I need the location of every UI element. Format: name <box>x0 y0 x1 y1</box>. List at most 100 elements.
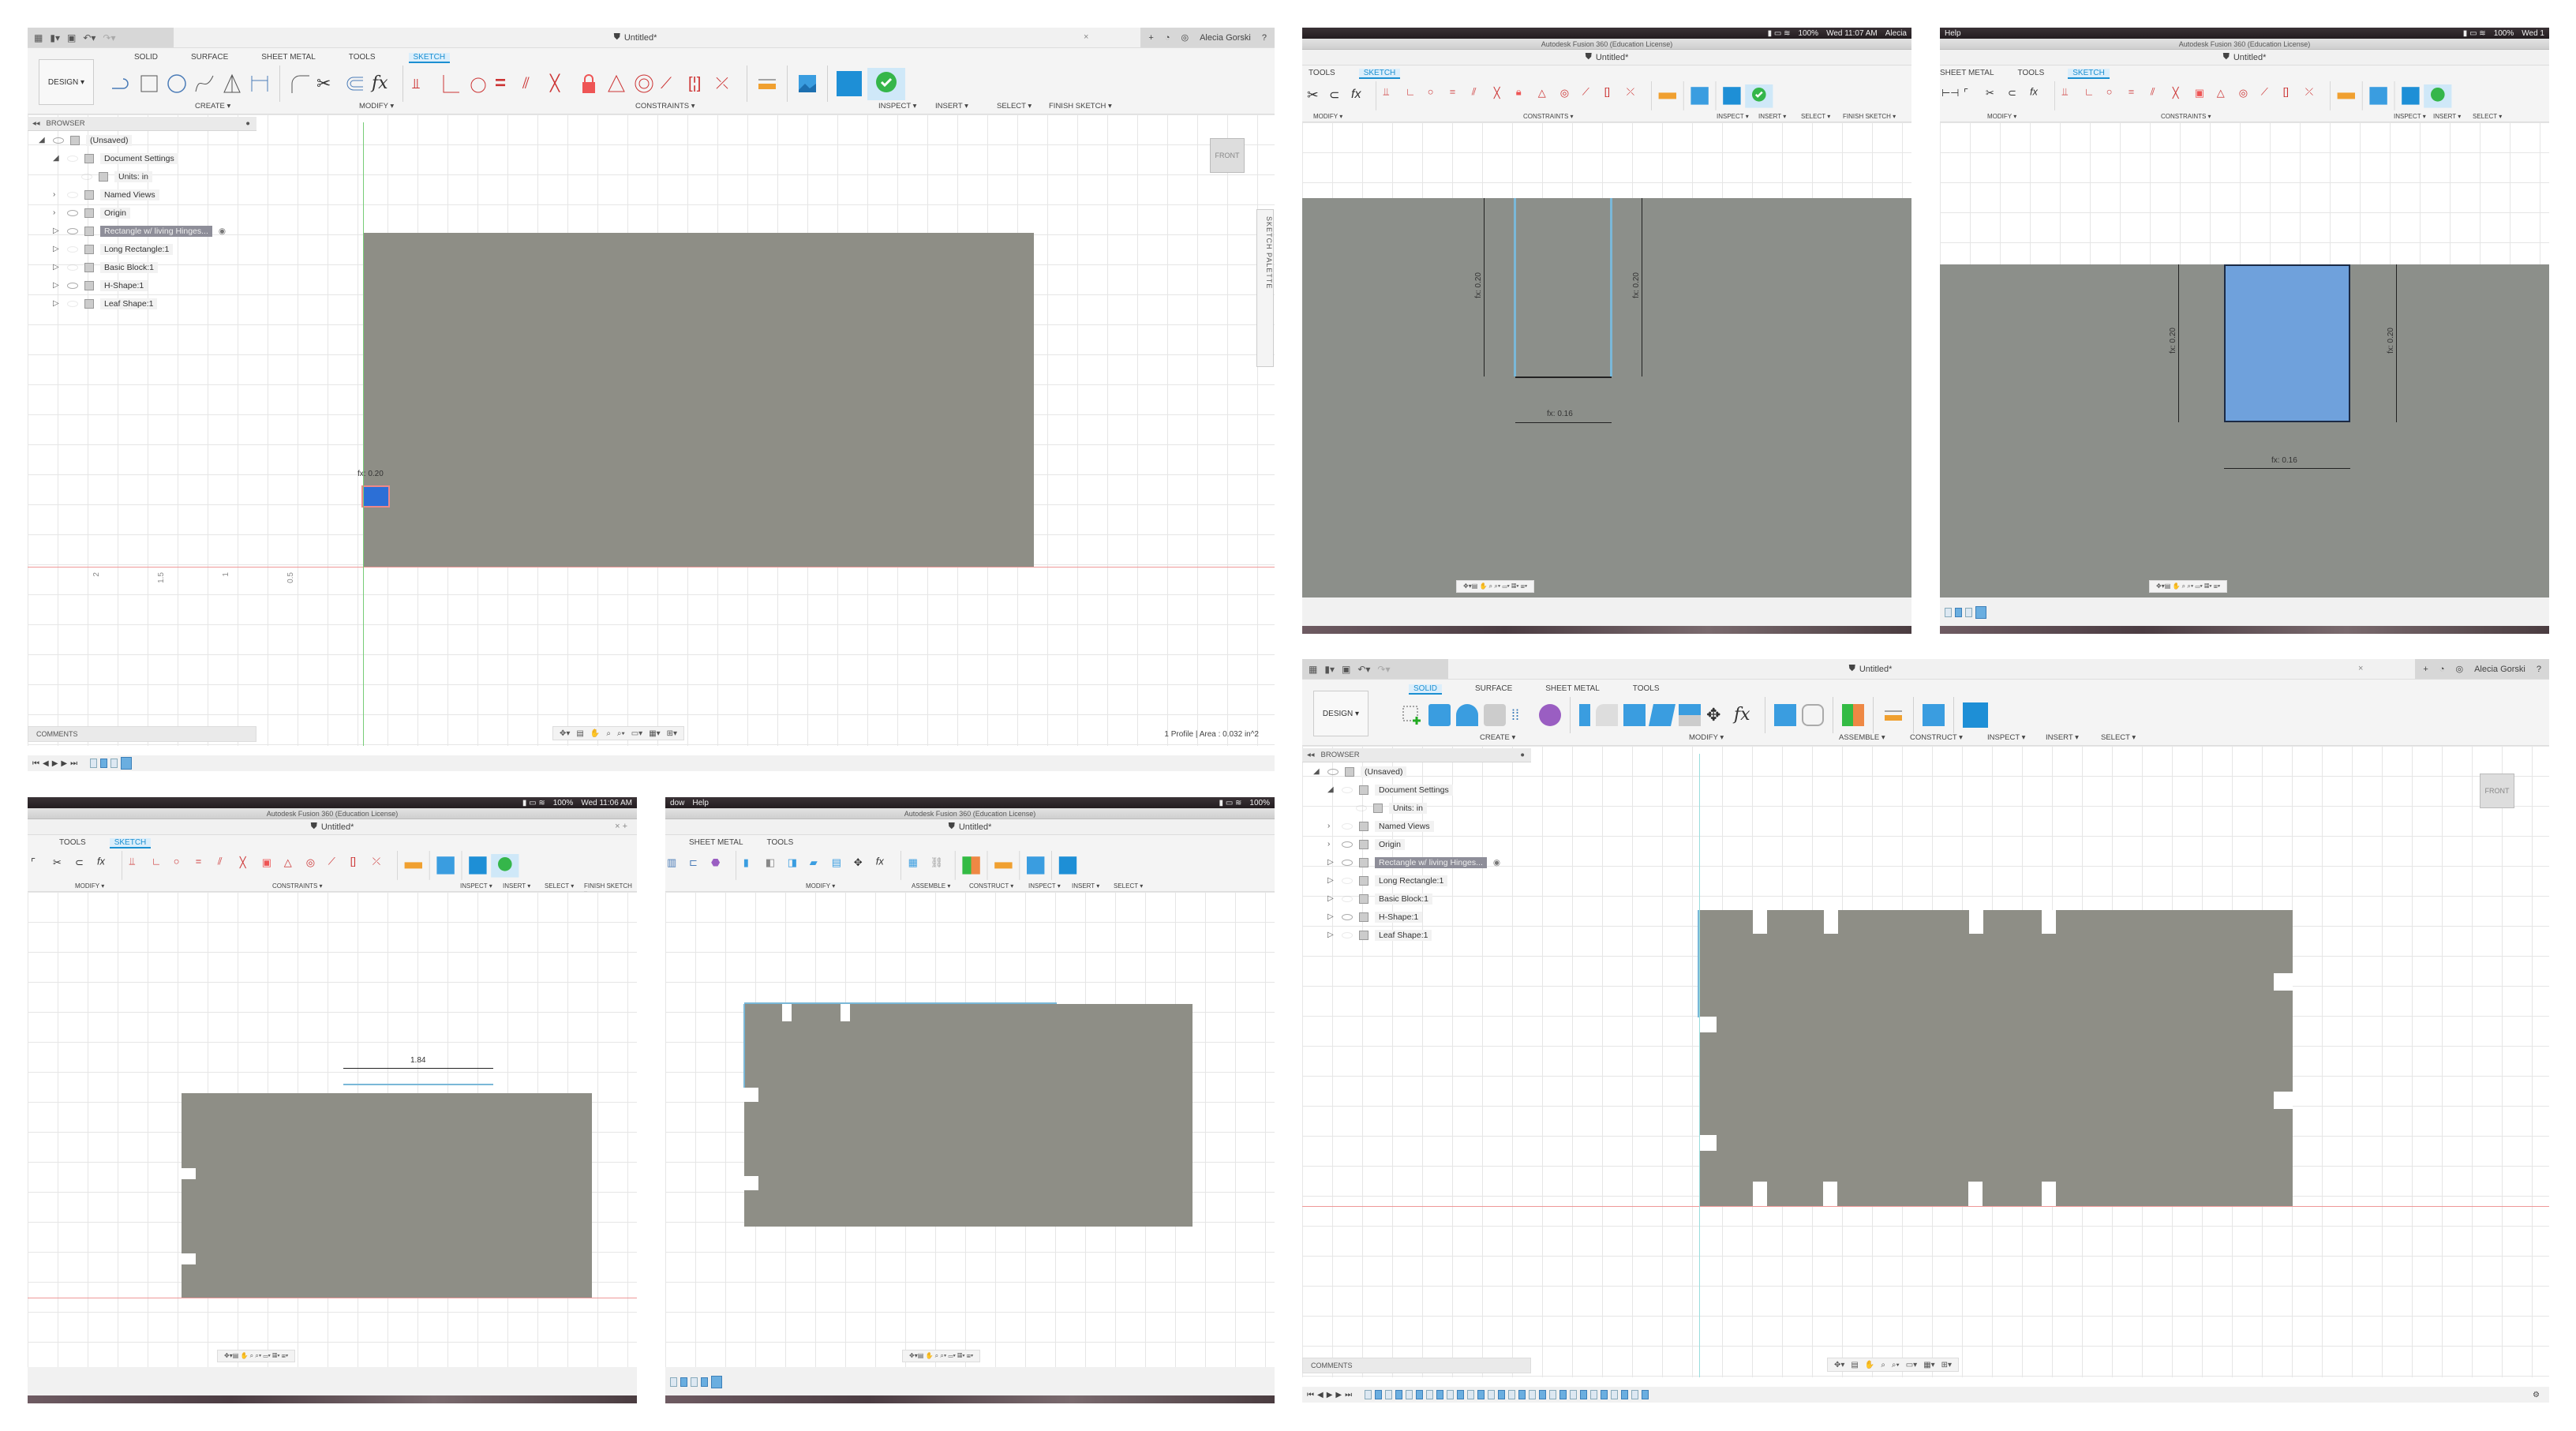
constraints-menu[interactable]: CONSTRAINTS ▾ <box>2161 113 2211 120</box>
timeline-feature[interactable] <box>1406 1390 1413 1399</box>
timeline-feature[interactable] <box>1529 1390 1537 1399</box>
timeline-feature[interactable] <box>1559 1390 1567 1399</box>
select-icon[interactable] <box>837 71 862 96</box>
visibility-eye-icon[interactable] <box>67 227 78 234</box>
zoom-window-icon[interactable]: ⌕▾ <box>1892 1361 1900 1369</box>
timeline-back-icon[interactable]: ◀ <box>1317 1391 1324 1399</box>
notch-bottom-edge[interactable] <box>1515 376 1612 378</box>
selected-notch-profile[interactable] <box>2224 264 2350 422</box>
notch-dimension-label[interactable]: fx: 0.20 <box>358 470 384 478</box>
insert-menu[interactable]: INSERT ▾ <box>2433 113 2461 120</box>
notifications-icon[interactable]: ◎ <box>1181 32 1189 43</box>
body-with-living-hinge-notches[interactable] <box>1699 910 2293 1206</box>
browser-item[interactable]: ▷ Rectangle w/ living Hinges... ◉ <box>28 222 256 240</box>
change-parameters-fx-icon[interactable]: fx <box>1734 704 1756 726</box>
assemble-menu[interactable]: ASSEMBLE ▾ <box>912 882 950 890</box>
tab-tools[interactable]: TOOLS <box>2018 69 2045 79</box>
select-icon[interactable] <box>469 856 487 875</box>
insert-menu[interactable]: INSERT ▾ <box>2046 733 2079 742</box>
visibility-eye-icon[interactable] <box>1327 768 1339 775</box>
help-icon[interactable]: ? <box>2537 665 2541 674</box>
new-tab-icon[interactable]: + <box>2423 665 2428 674</box>
timeline-feature[interactable] <box>1457 1390 1465 1399</box>
fix-constraint-icon[interactable]: ⫫ <box>129 856 147 874</box>
notifications-icon[interactable]: ◎ <box>2455 664 2463 674</box>
sketch-profile-rectangle[interactable] <box>363 233 1034 568</box>
measure-icon[interactable] <box>1658 92 1676 99</box>
dimension-top-label[interactable]: 1.84 <box>410 1056 425 1065</box>
browser-item[interactable]: ▷ Long Rectangle:1 <box>1302 871 1531 890</box>
visibility-eye-icon[interactable] <box>67 155 78 162</box>
curvature-icon[interactable]: ⤫ <box>716 73 738 95</box>
change-parameters-fx-icon[interactable]: fx <box>1351 87 1368 104</box>
timeline-feature[interactable] <box>1436 1390 1444 1399</box>
comments-panel[interactable]: COMMENTS <box>28 726 256 742</box>
select-menu[interactable]: SELECT ▾ <box>2101 733 2136 742</box>
create-menu[interactable]: CREATE ▾ <box>195 102 230 111</box>
equal-icon[interactable]: = <box>1450 87 1467 104</box>
tab-tools[interactable]: TOOLS <box>1309 69 1335 79</box>
sketch-line-top[interactable] <box>744 1002 1057 1004</box>
insert-image-icon[interactable] <box>1027 856 1045 875</box>
tab-sheet-metal[interactable]: SHEET METAL <box>261 53 316 63</box>
visibility-eye-icon[interactable] <box>1342 895 1353 902</box>
triangle-icon[interactable]: △ <box>2217 87 2234 104</box>
tab-tools[interactable]: TOOLS <box>767 838 794 847</box>
parallel-icon[interactable]: ⫽ <box>218 856 235 874</box>
fillet-3d-icon[interactable]: ◧ <box>766 856 783 874</box>
insert-menu[interactable]: INSERT ▾ <box>1072 882 1099 890</box>
visibility-eye-icon[interactable] <box>67 191 78 198</box>
tab-sheet-metal[interactable]: SHEET METAL <box>689 838 743 847</box>
timeline-feature[interactable] <box>1570 1390 1578 1399</box>
timeline-feature[interactable] <box>1631 1390 1639 1399</box>
revolve-icon[interactable] <box>1456 704 1478 726</box>
workspace-switcher[interactable]: DESIGN ▾ <box>39 59 94 105</box>
comments-panel[interactable]: COMMENTS <box>1302 1358 1531 1373</box>
timeline-feature[interactable] <box>1477 1390 1485 1399</box>
timeline-feature[interactable] <box>1447 1390 1455 1399</box>
dimension-right-label[interactable]: fx: 0.20 <box>1632 272 1641 298</box>
expand-arrow-icon[interactable]: ▷ <box>53 227 61 235</box>
select-icon[interactable] <box>1963 702 1988 728</box>
shell-icon[interactable]: ▰ <box>810 856 827 874</box>
visibility-eye-icon[interactable] <box>67 209 78 216</box>
pan-icon[interactable]: ✋ <box>590 729 600 738</box>
assemble-menu[interactable]: ASSEMBLE ▾ <box>1839 733 1885 742</box>
finish-sketch-menu[interactable]: FINISH SKETCH ▾ <box>1049 102 1112 111</box>
browser-item[interactable]: ▷ H-Shape:1 <box>1302 908 1531 926</box>
viewcube[interactable]: FRONT <box>2480 774 2514 808</box>
expand-arrow-icon[interactable]: ▷ <box>53 263 61 272</box>
fillet-icon[interactable]: ⌜ <box>1964 87 1981 104</box>
sketch-canvas[interactable] <box>1940 122 2549 264</box>
sketch-line-left[interactable] <box>743 1004 745 1088</box>
measure-icon[interactable] <box>404 862 422 869</box>
browser-item[interactable]: › Origin <box>28 204 256 222</box>
change-parameters-fx-icon[interactable]: fx <box>876 856 893 874</box>
look-at-icon[interactable]: ▤ <box>1851 1361 1858 1369</box>
redo-icon[interactable]: ↷▾ <box>1377 664 1390 675</box>
curvature-icon[interactable]: ⤫ <box>2305 87 2323 104</box>
tab-tools[interactable]: TOOLS <box>1633 684 1660 695</box>
offset-icon[interactable]: ⊂ <box>1329 87 1346 104</box>
timeline-feature[interactable] <box>1611 1390 1619 1399</box>
expand-arrow-icon[interactable]: ▷ <box>1327 876 1335 885</box>
tab-sketch[interactable]: SKETCH <box>408 53 451 63</box>
coincident-icon[interactable]: ╳ <box>550 73 572 95</box>
timeline-sketch-feature[interactable] <box>110 759 118 768</box>
visibility-eye-icon[interactable] <box>1356 804 1367 811</box>
inspect-menu[interactable]: INSPECT ▾ <box>878 102 916 111</box>
viewcube[interactable]: FRONT <box>1210 138 1245 173</box>
timeline-feature[interactable] <box>1365 1390 1372 1399</box>
app-grid-icon[interactable]: ▦ <box>1309 664 1317 675</box>
visibility-eye-icon[interactable] <box>67 282 78 289</box>
construct-menu[interactable]: CONSTRUCT ▾ <box>1910 733 1963 742</box>
select-menu[interactable]: SELECT ▾ <box>997 102 1032 111</box>
grid-settings-icon[interactable]: ▦▾ <box>1923 1361 1934 1369</box>
browser-item[interactable]: ▷ Long Rectangle:1 <box>28 240 256 258</box>
visibility-eye-icon[interactable] <box>81 173 92 180</box>
expand-arrow-icon[interactable]: ▷ <box>53 281 61 290</box>
midpoint-icon[interactable]: ⟋ <box>1582 87 1600 104</box>
fillet-icon[interactable]: ⌜ <box>31 856 48 874</box>
inspect-menu[interactable]: INSPECT ▾ <box>460 882 492 890</box>
dimension-right-label[interactable]: fx: 0.20 <box>2387 328 2395 354</box>
